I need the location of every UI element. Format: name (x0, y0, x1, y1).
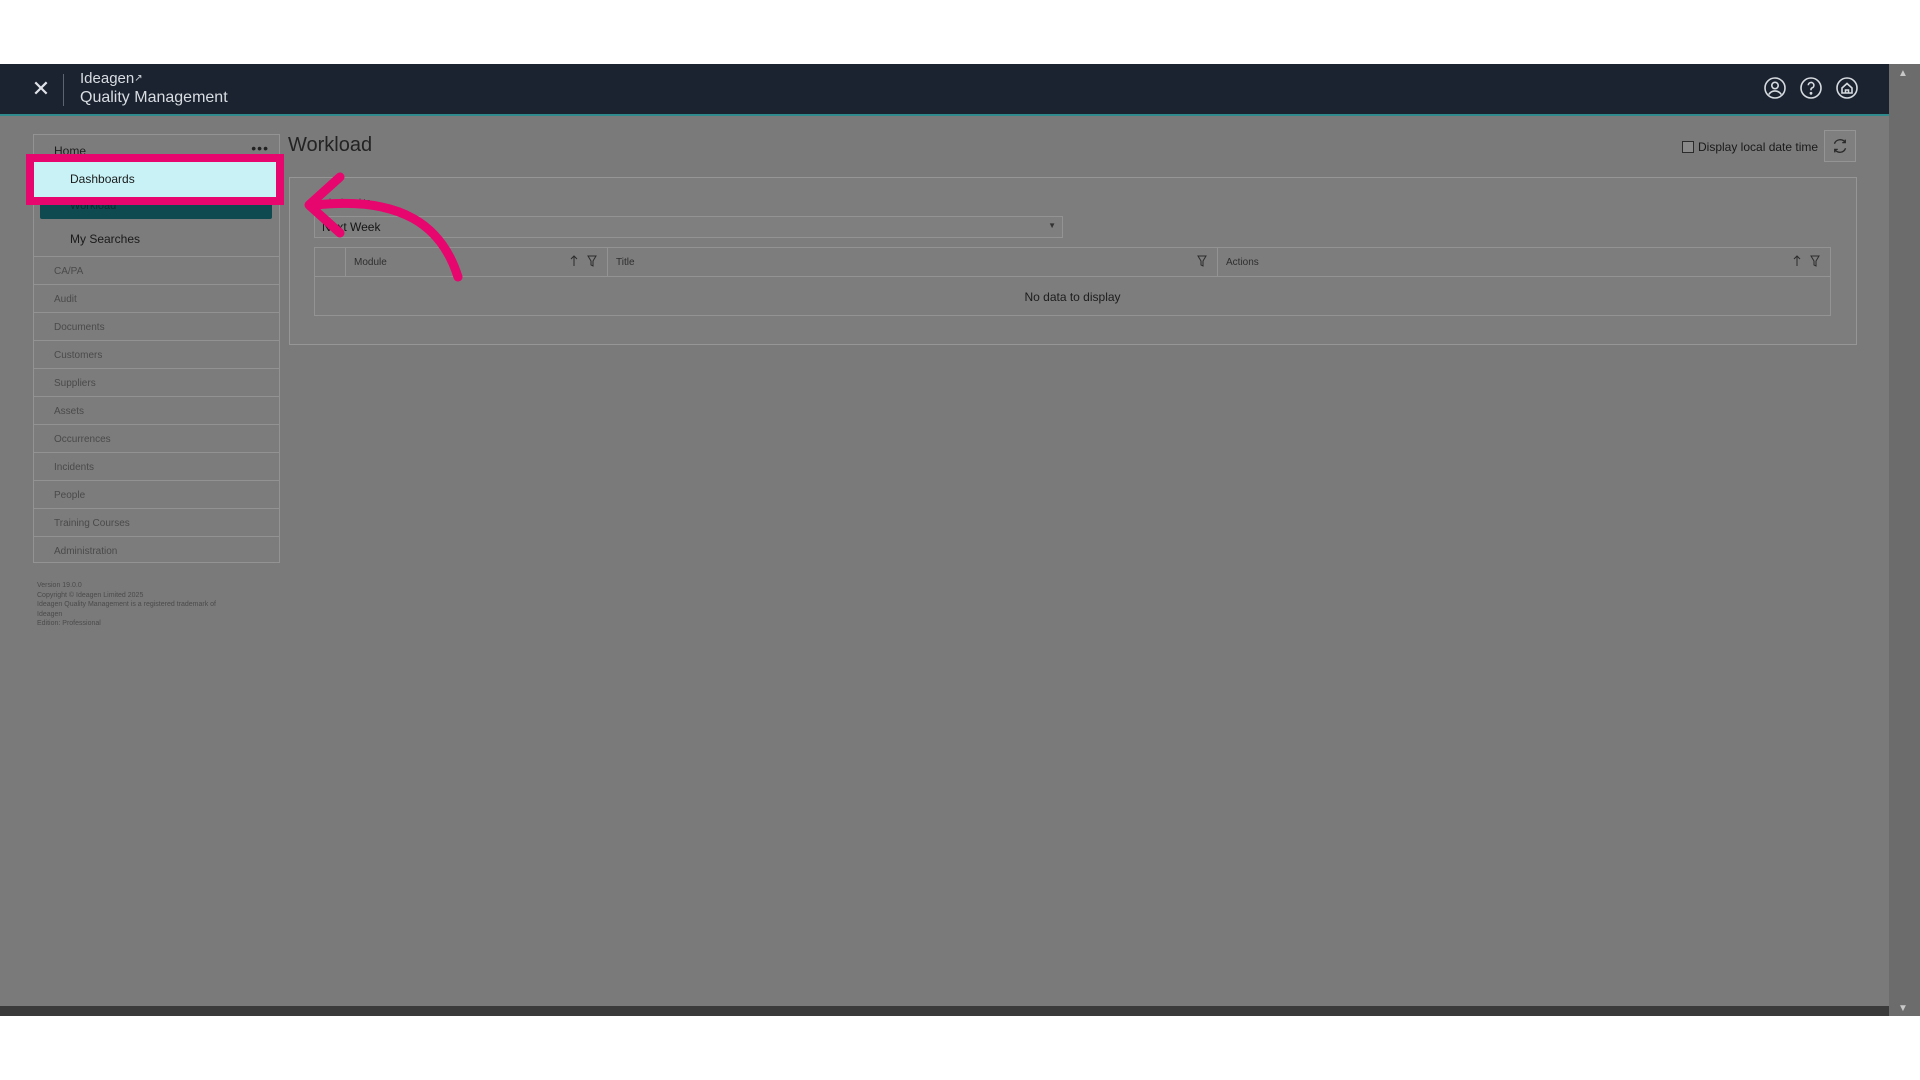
page-title: Workload (288, 134, 373, 156)
sidebar-item-administration[interactable]: Administration (34, 536, 279, 564)
local-date-time-checkbox[interactable] (1682, 141, 1694, 153)
dropdown-caret-icon: ▼ (1048, 221, 1056, 230)
trademark-text-cont: Ideagen (37, 610, 63, 618)
sidebar-item-documents[interactable]: Documents (34, 312, 279, 340)
grid-header: Module Title Actions (315, 248, 1830, 277)
help-icon[interactable] (1799, 76, 1823, 100)
app-frame: ✕ Ideagen↗ Quality Management ▲ ▼ Home •… (0, 64, 1920, 1016)
column-title-label: Title (616, 257, 635, 268)
sort-icon[interactable] (1792, 255, 1802, 267)
brand-product: Quality Management (80, 89, 228, 106)
filter-icon[interactable] (1810, 255, 1820, 267)
vertical-scrollbar[interactable]: ▲ ▼ (1889, 64, 1920, 1016)
workload-grid: Module Title Actions No data to display (314, 247, 1831, 316)
column-actions-label: Actions (1226, 257, 1259, 268)
header-icons (1763, 76, 1859, 100)
scroll-down-icon[interactable]: ▼ (1898, 1003, 1908, 1014)
workload-panel: Look ahead to Next Week ▼ Module Title A… (289, 177, 1857, 345)
home-icon[interactable] (1835, 76, 1859, 100)
sidebar-item-capa[interactable]: CA/PA (34, 256, 279, 284)
arrow-annotation-icon (304, 172, 463, 282)
refresh-icon (1833, 139, 1847, 153)
filter-icon[interactable] (1197, 255, 1207, 267)
empty-message: No data to display (1024, 290, 1121, 304)
top-header: ✕ Ideagen↗ Quality Management (0, 64, 1889, 116)
trademark-text: Ideagen Quality Management is a register… (37, 601, 216, 608)
sidebar-item-dashboards[interactable]: Dashboards (34, 162, 276, 197)
module-list: CA/PA Audit Documents Customers Supplier… (34, 256, 279, 564)
brand-logo: Ideagen↗ Quality Management (80, 69, 228, 108)
edition-text: Edition: Professional (37, 620, 101, 627)
sidebar-item-incidents[interactable]: Incidents (34, 452, 279, 480)
sidebar-item-training-courses[interactable]: Training Courses (34, 508, 279, 536)
refresh-button[interactable] (1824, 130, 1856, 162)
column-title[interactable]: Title (607, 248, 1217, 277)
sidebar-item-occurrences[interactable]: Occurrences (34, 424, 279, 452)
header-divider (63, 74, 64, 106)
column-actions[interactable]: Actions (1217, 248, 1830, 277)
sidebar-item-assets[interactable]: Assets (34, 396, 279, 424)
brand-name: Ideagen (80, 70, 135, 87)
local-date-time-toggle[interactable]: Display local date time (1682, 140, 1818, 154)
sidebar-item-people[interactable]: People (34, 480, 279, 508)
version-text: Version 19.0.0 (37, 582, 82, 589)
sidebar-item-audit[interactable]: Audit (34, 284, 279, 312)
scroll-up-icon[interactable]: ▲ (1898, 68, 1908, 79)
sidebar-item-customers[interactable]: Customers (34, 340, 279, 368)
horizontal-scrollbar[interactable] (0, 1006, 1889, 1016)
user-icon[interactable] (1763, 76, 1787, 100)
local-date-time-label[interactable]: Display local date time (1698, 140, 1818, 154)
sidebar-item-suppliers[interactable]: Suppliers (34, 368, 279, 396)
brand-mark-icon: ↗ (134, 73, 143, 84)
sidebar-item-my-searches[interactable]: My Searches (70, 232, 140, 246)
copyright-text: Copyright © Ideagen Limited 2025 (37, 591, 144, 599)
filter-icon[interactable] (587, 255, 597, 267)
close-icon[interactable]: ✕ (30, 76, 52, 102)
sort-icon[interactable] (569, 255, 579, 267)
version-footer: Version 19.0.0 Copyright © Ideagen Limit… (37, 581, 216, 629)
